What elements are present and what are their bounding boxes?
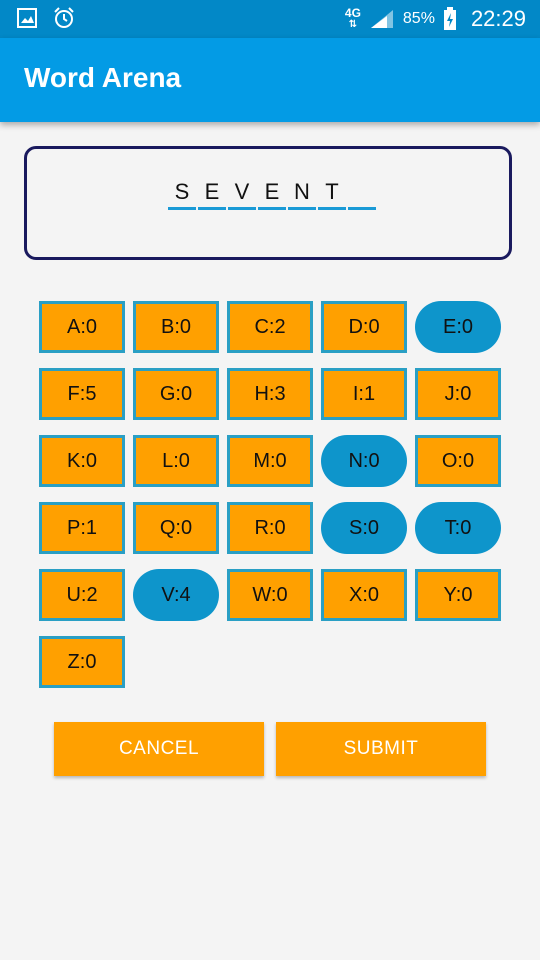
key-o[interactable]: O:0 [415,435,501,487]
key-u[interactable]: U:2 [39,569,125,621]
key-l[interactable]: L:0 [133,435,219,487]
key-x[interactable]: X:0 [321,569,407,621]
battery-charging-icon [443,7,456,30]
word-slots: S E V E N T [168,177,376,210]
gallery-icon [17,8,37,28]
status-bar: 4G ⇅ 85% 22:29 [0,0,540,38]
clock: 22:29 [470,6,526,31]
letter-slot: N [288,177,316,210]
key-q[interactable]: Q:0 [133,502,219,554]
key-r[interactable]: R:0 [227,502,313,554]
key-w[interactable]: W:0 [227,569,313,621]
submit-button[interactable]: SUBMIT [276,722,486,776]
key-s[interactable]: S:0 [321,502,407,554]
battery-percent: 85% [402,10,435,27]
cancel-button[interactable]: CANCEL [54,722,264,776]
key-h[interactable]: H:3 [227,368,313,420]
app-title: Word Arena [24,62,182,93]
key-y[interactable]: Y:0 [415,569,501,621]
key-p[interactable]: P:1 [39,502,125,554]
key-b[interactable]: B:0 [133,301,219,353]
alarm-icon [54,7,74,28]
key-i[interactable]: I:1 [321,368,407,420]
letter-slot: V [228,177,256,210]
letter-slot: S [168,177,196,210]
letter-keyboard: A:0 B:0 C:2 D:0 E:0 F:5 G:0 H:3 I:1 J:0 … [39,301,501,688]
signal-icon [370,10,393,28]
key-t[interactable]: T:0 [415,502,501,554]
key-e[interactable]: E:0 [415,301,501,353]
key-m[interactable]: M:0 [227,435,313,487]
key-d[interactable]: D:0 [321,301,407,353]
key-z[interactable]: Z:0 [39,636,125,688]
key-a[interactable]: A:0 [39,301,125,353]
key-c[interactable]: C:2 [227,301,313,353]
key-j[interactable]: J:0 [415,368,501,420]
letter-slot: T [318,177,346,210]
letter-slot: E [198,177,226,210]
letter-slot: E [258,177,286,210]
key-k[interactable]: K:0 [39,435,125,487]
key-f[interactable]: F:5 [39,368,125,420]
key-n[interactable]: N:0 [321,435,407,487]
network-type: 4G ⇅ [344,6,361,30]
app-bar: Word Arena [0,38,540,122]
letter-slot [348,177,376,210]
word-display: S E V E N T [24,146,512,260]
key-v[interactable]: V:4 [133,569,219,621]
key-g[interactable]: G:0 [133,368,219,420]
